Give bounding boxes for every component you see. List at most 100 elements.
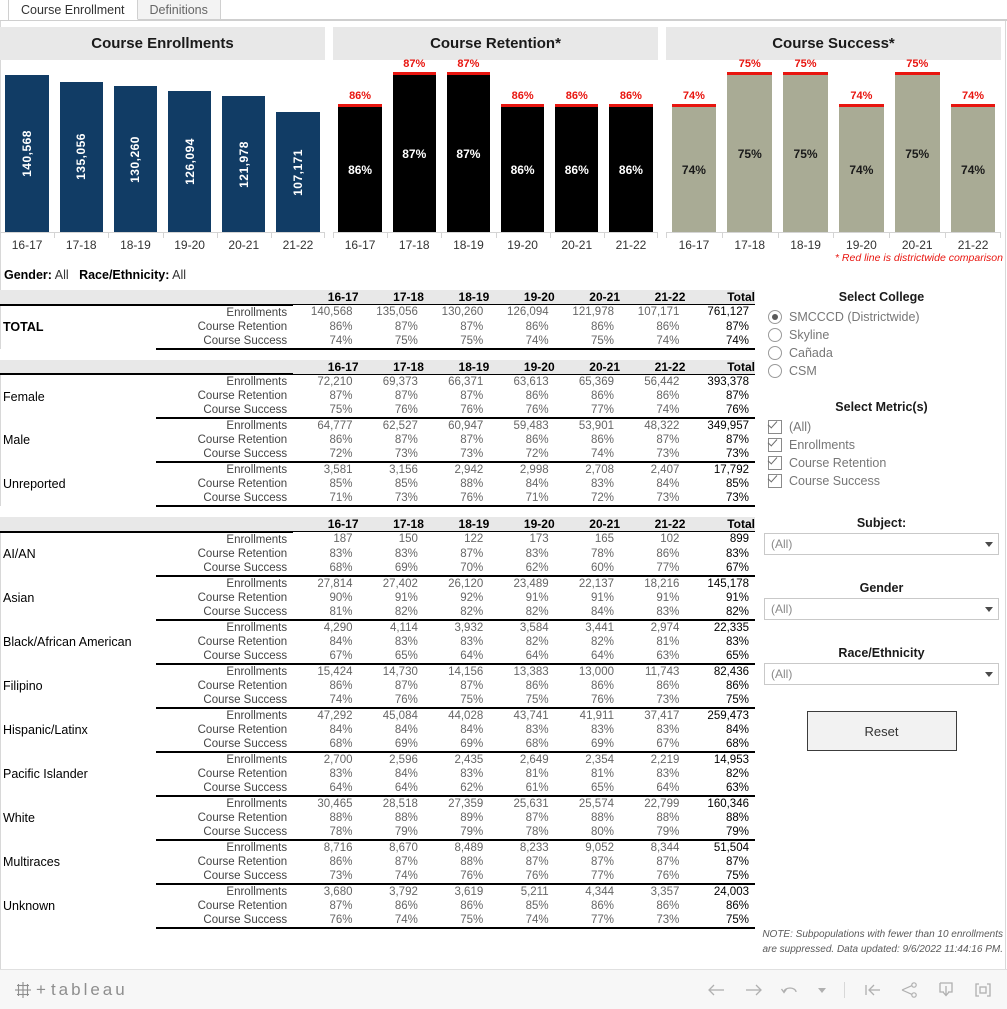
- forward-icon[interactable]: [743, 980, 763, 1000]
- table-cell-16-17: 86%: [329, 679, 353, 692]
- reference-label-success-20-21: 75%: [906, 58, 929, 71]
- table-row[interactable]: Asian Enrollments 27,814 27,402 26,120 23,489…: [0, 576, 755, 605]
- table-group-label: Unknown: [3, 898, 56, 913]
- bar-column-retention-18-19[interactable]: 87% 87%: [441, 58, 495, 232]
- bar-column-success-19-20[interactable]: 74% 74%: [833, 72, 889, 232]
- table-cell-18-19: 3,932: [454, 621, 484, 634]
- radio-icon[interactable]: [768, 328, 782, 342]
- bar-retention-20-21[interactable]: 86%: [555, 107, 599, 232]
- table-cell-20-21: 13,000: [578, 665, 614, 678]
- table-row[interactable]: Multiraces Enrollments 8,716 8,670 8,489 8,23…: [0, 840, 755, 869]
- bar-column-retention-20-21[interactable]: 86% 86%: [550, 72, 604, 232]
- bar-column-success-17-18[interactable]: 75% 75%: [722, 58, 778, 232]
- axis-tick-enrollments-16-17: 16-17: [0, 233, 54, 252]
- table-row[interactable]: AI/AN Enrollments 187 150 122 173 165 102 899: [0, 532, 755, 561]
- filter-summary-race-value: All: [172, 268, 187, 282]
- table-cell-20-21: 86%: [590, 899, 614, 912]
- chevron-down-icon[interactable]: [985, 671, 993, 677]
- bar-enrollments-20-21[interactable]: 121,978: [222, 96, 266, 232]
- checkbox-icon[interactable]: [768, 420, 782, 434]
- table-cell-21-22: 73%: [620, 491, 686, 507]
- bar-column-enrollments-21-22[interactable]: 107,171: [271, 72, 325, 232]
- bar-success-20-21[interactable]: 75%: [894, 75, 940, 232]
- bar-enrollments-21-22[interactable]: 107,171: [276, 112, 320, 232]
- bar-retention-16-17[interactable]: 86%: [338, 107, 382, 232]
- college-option-3[interactable]: CSM: [760, 362, 1003, 380]
- bar-column-enrollments-16-17[interactable]: 140,568: [0, 72, 54, 232]
- table-row[interactable]: Male Enrollments 64,777 62,527 60,947 59,483 5…: [0, 418, 755, 447]
- bar-column-enrollments-18-19[interactable]: 130,260: [108, 72, 162, 232]
- bar-enrollments-18-19[interactable]: 130,260: [113, 86, 158, 232]
- bar-success-21-22[interactable]: 74%: [950, 107, 996, 232]
- college-option-1[interactable]: Skyline: [760, 326, 1003, 344]
- bar-column-success-20-21[interactable]: 75% 75%: [889, 58, 945, 232]
- bar-column-success-21-22[interactable]: 74% 74%: [945, 72, 1001, 232]
- table-cell-18-19: 87%: [460, 390, 484, 402]
- radio-icon[interactable]: [768, 310, 782, 324]
- radio-icon[interactable]: [768, 364, 782, 378]
- download-icon[interactable]: [936, 980, 956, 1000]
- radio-icon[interactable]: [768, 346, 782, 360]
- table-row[interactable]: Unknown Enrollments 3,680 3,792 3,619 5,211 4,…: [0, 884, 755, 913]
- table-cell-19-20: 62%: [489, 560, 555, 577]
- table-cell-17-18: 8,670: [389, 841, 418, 854]
- table-row[interactable]: Hispanic/Latinx Enrollments 47,292 45,084 44…: [0, 708, 755, 737]
- table-cell-19-20: 2,998: [519, 464, 549, 476]
- bar-retention-17-18[interactable]: 87%: [392, 75, 436, 232]
- bar-column-retention-21-22[interactable]: 86% 86%: [604, 72, 658, 232]
- metric-option-3[interactable]: Course Success: [760, 472, 1003, 490]
- tab-definitions[interactable]: Definitions: [137, 0, 221, 20]
- filter-dropdown-0[interactable]: (All): [764, 533, 999, 555]
- filter-dropdown-2[interactable]: (All): [764, 663, 999, 685]
- share-icon[interactable]: [899, 980, 919, 1000]
- bar-column-enrollments-19-20[interactable]: 126,094: [163, 72, 217, 232]
- bar-success-16-17[interactable]: 74%: [671, 107, 717, 232]
- table-cell-18-19: 88%: [460, 478, 484, 490]
- table-header-blank: [0, 290, 294, 306]
- table-metric-label: Course Retention: [197, 635, 288, 648]
- bar-enrollments-17-18[interactable]: 135,056: [59, 81, 103, 232]
- checkbox-icon[interactable]: [768, 438, 782, 452]
- bar-column-success-16-17[interactable]: 74% 74%: [666, 72, 722, 232]
- table-row[interactable]: Unreported Enrollments 3,581 3,156 2,942 2,99…: [0, 462, 755, 491]
- table-row[interactable]: Pacific Islander Enrollments 2,700 2,596 2,4…: [0, 752, 755, 781]
- table-cell-21-22: 86%: [656, 899, 680, 912]
- metric-option-1[interactable]: Enrollments: [760, 436, 1003, 454]
- bar-column-enrollments-20-21[interactable]: 121,978: [217, 72, 271, 232]
- bar-retention-19-20[interactable]: 86%: [500, 107, 545, 232]
- table-row[interactable]: Filipino Enrollments 15,424 14,730 14,156 13,…: [0, 664, 755, 693]
- tab-course-enrollment[interactable]: Course Enrollment: [9, 0, 138, 20]
- reset-icon[interactable]: [862, 980, 882, 1000]
- bar-column-success-18-19[interactable]: 75% 75%: [778, 58, 834, 232]
- bar-retention-21-22[interactable]: 86%: [609, 107, 653, 232]
- filter-dropdown-1[interactable]: (All): [764, 598, 999, 620]
- chevron-down-icon[interactable]: [985, 541, 993, 547]
- college-option-0[interactable]: SMCCCD (Districtwide): [760, 308, 1003, 326]
- reset-button[interactable]: Reset: [806, 711, 957, 751]
- chevron-down-icon[interactable]: [985, 606, 993, 612]
- bar-enrollments-16-17[interactable]: 140,568: [5, 75, 49, 232]
- bar-success-18-19[interactable]: 75%: [783, 75, 828, 232]
- bar-enrollments-19-20[interactable]: 126,094: [167, 91, 212, 232]
- table-row[interactable]: Female Enrollments 72,210 69,373 66,371 63,61…: [0, 374, 755, 404]
- bar-success-19-20[interactable]: 74%: [839, 107, 884, 232]
- table-row[interactable]: White Enrollments 30,465 28,518 27,359 25,631…: [0, 796, 755, 825]
- checkbox-icon[interactable]: [768, 474, 782, 488]
- bar-retention-18-19[interactable]: 87%: [446, 75, 491, 232]
- table-row[interactable]: TOTAL Enrollments 140,568 135,056 130,260 126…: [0, 305, 755, 334]
- college-option-2[interactable]: Cañada: [760, 344, 1003, 362]
- bar-success-17-18[interactable]: 75%: [727, 75, 773, 232]
- table-row[interactable]: Black/African American Enrollments 4,290 4,…: [0, 620, 755, 649]
- bar-column-enrollments-17-18[interactable]: 135,056: [54, 72, 108, 232]
- bar-column-retention-16-17[interactable]: 86% 86%: [333, 72, 387, 232]
- revert-dropdown-icon[interactable]: [817, 980, 827, 1000]
- table-cell-16-17: 72,210: [317, 375, 353, 388]
- fullscreen-icon[interactable]: [973, 980, 993, 1000]
- bar-column-retention-19-20[interactable]: 86% 86%: [496, 72, 550, 232]
- back-icon[interactable]: [706, 980, 726, 1000]
- bar-column-retention-17-18[interactable]: 87% 87%: [387, 58, 441, 232]
- metric-option-0[interactable]: (All): [760, 418, 1003, 436]
- metric-option-2[interactable]: Course Retention: [760, 454, 1003, 472]
- revert-icon[interactable]: [780, 980, 800, 1000]
- checkbox-icon[interactable]: [768, 456, 782, 470]
